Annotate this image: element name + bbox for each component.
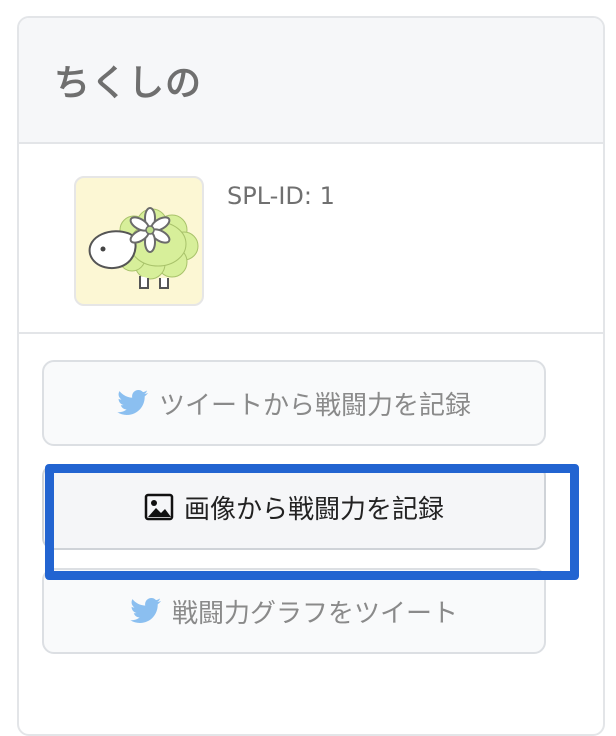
- avatar: [74, 176, 204, 306]
- record-from-image-label: 画像から戦闘力を記録: [183, 494, 444, 525]
- record-from-image-button[interactable]: 画像から戦闘力を記録: [42, 464, 546, 550]
- image-icon: [144, 493, 174, 521]
- record-from-tweet-label: ツイートから戦闘力を記録: [158, 390, 471, 421]
- twitter-icon: [117, 390, 149, 416]
- sheep-avatar-image: [88, 207, 199, 289]
- record-from-tweet-button[interactable]: ツイートから戦闘力を記録: [42, 360, 546, 446]
- profile-section: SPL-ID: 1: [19, 144, 603, 334]
- tweet-graph-label: 戦闘力グラフをツイート: [171, 598, 458, 629]
- card-header: ちくしの: [19, 18, 603, 144]
- spl-id-label: SPL-ID: 1: [227, 182, 335, 210]
- tweet-graph-button[interactable]: 戦闘力グラフをツイート: [42, 568, 546, 654]
- card-title: ちくしの: [54, 63, 203, 104]
- twitter-icon: [130, 598, 162, 624]
